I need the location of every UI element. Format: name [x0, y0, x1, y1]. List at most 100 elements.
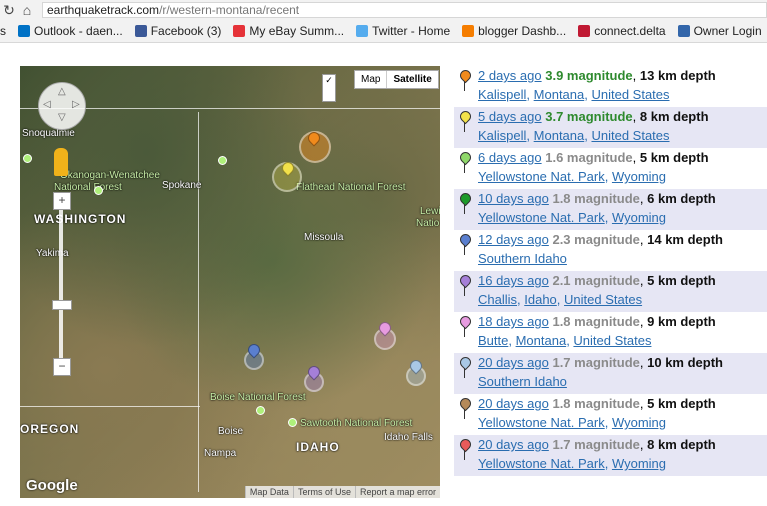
map-label: Nampa	[204, 448, 237, 459]
quake-time-link[interactable]: 20 days ago	[478, 355, 549, 370]
location-link[interactable]: Kalispell	[478, 87, 526, 102]
zoom-slider-track[interactable]	[59, 194, 63, 366]
bookmark-item[interactable]: Outlook - daen...	[18, 24, 123, 38]
pan-up-icon[interactable]: △	[58, 86, 66, 97]
earthquake-list-item: 6 days ago 1.6 magnitude, 5 km depth Yell…	[454, 148, 767, 189]
marker-pin-stem	[464, 245, 465, 255]
location-link[interactable]: Wyoming	[612, 415, 666, 430]
location-link[interactable]: Yellowstone Nat. Park	[478, 415, 605, 430]
location-link[interactable]: Southern Idaho	[478, 374, 567, 389]
location-link[interactable]: United States	[591, 87, 669, 102]
location-link[interactable]: Idaho	[524, 292, 557, 307]
zoom-in-button[interactable]: +	[53, 192, 71, 210]
terms-link[interactable]: Terms of Use	[292, 486, 355, 498]
quake-time-link[interactable]: 6 days ago	[478, 150, 542, 165]
bookmark-label: blogger Dashb...	[478, 24, 567, 38]
location-link[interactable]: Yellowstone Nat. Park	[478, 169, 605, 184]
bookmark-item[interactable]: blogger Dashb...	[462, 24, 566, 38]
quake-time-link[interactable]: 18 days ago	[478, 314, 549, 329]
bookmark-favicon-icon	[233, 25, 246, 37]
pan-left-icon[interactable]: ◁	[43, 99, 51, 110]
url-host: earthquaketrack.com	[47, 3, 160, 17]
quake-magnitude: 1.6 magnitude	[545, 150, 633, 165]
location-link[interactable]: Southern Idaho	[478, 251, 567, 266]
bookmark-item[interactable]: Owner Login	[677, 24, 762, 38]
zoom-out-button[interactable]: −	[53, 358, 71, 376]
bookmark-item[interactable]: Facebook (3)	[134, 24, 221, 38]
marker-pin-icon[interactable]	[457, 272, 474, 289]
location-link[interactable]: Yellowstone Nat. Park	[478, 210, 605, 225]
state-border	[198, 112, 199, 492]
map-checkbox[interactable]: ✓	[322, 74, 336, 102]
bookmark-item[interactable]: s	[0, 24, 6, 38]
bookmark-favicon-icon	[134, 25, 147, 37]
quake-magnitude: 1.7 magnitude	[552, 355, 640, 370]
quake-time-link[interactable]: 10 days ago	[478, 191, 549, 206]
quake-magnitude: 1.8 magnitude	[552, 191, 640, 206]
quake-summary: 18 days ago 1.8 magnitude, 9 km depth	[478, 314, 716, 329]
bookmark-item[interactable]: Twitter - Home	[356, 24, 450, 38]
map-label: Boise	[218, 426, 244, 437]
quake-time-link[interactable]: 12 days ago	[478, 232, 549, 247]
address-bar[interactable]: earthquaketrack.com/r/western-montana/re…	[42, 2, 767, 18]
marker-pin-icon[interactable]	[457, 190, 474, 207]
marker-pin-icon[interactable]	[457, 108, 474, 125]
location-link[interactable]: Montana	[534, 128, 585, 143]
bookmark-label: Owner Login	[693, 24, 762, 38]
map-label: Okanogan-Wenatchee	[60, 170, 160, 181]
quake-location: Southern Idaho	[478, 372, 767, 391]
location-link[interactable]: Challis	[478, 292, 517, 307]
quake-time-link[interactable]: 16 days ago	[478, 273, 549, 288]
map-data-link[interactable]: Map Data	[244, 486, 293, 498]
pan-control[interactable]: △ ◁ ▷ ▽	[38, 82, 86, 130]
quake-time-link[interactable]: 20 days ago	[478, 396, 549, 411]
map-label: Yakima	[36, 248, 69, 259]
earthquake-list: 2 days ago 3.9 magnitude, 13 km depth Kal…	[454, 66, 767, 476]
bookmark-item[interactable]: My eBay Summ...	[233, 24, 344, 38]
location-link[interactable]: Wyoming	[612, 169, 666, 184]
quake-depth: 13 km depth	[639, 68, 716, 83]
place-dot	[288, 418, 297, 427]
quake-time-link[interactable]: 2 days ago	[478, 68, 542, 83]
place-dot	[256, 406, 265, 415]
marker-pin-stem	[464, 368, 465, 378]
zoom-slider-thumb[interactable]	[52, 300, 72, 310]
state-border	[20, 406, 200, 407]
quake-depth: 5 km depth	[639, 150, 709, 165]
marker-pin-icon[interactable]	[457, 354, 474, 371]
quake-location: Yellowstone Nat. Park, Wyoming	[478, 210, 667, 225]
location-link[interactable]: Butte	[478, 333, 508, 348]
location-link[interactable]: Kalispell	[478, 128, 526, 143]
earthquake-map[interactable]: Snoqualmie Okanogan-Wenatchee National F…	[20, 66, 440, 498]
earthquake-list-item: 16 days ago 2.1 magnitude, 5 km depth Cha…	[454, 271, 767, 312]
location-link[interactable]: Montana	[516, 333, 567, 348]
pan-down-icon[interactable]: ▽	[58, 112, 66, 123]
earthquake-list-item: 5 days ago 3.7 magnitude, 8 km depth Kali…	[454, 107, 767, 148]
marker-pin-icon[interactable]	[457, 231, 474, 248]
marker-pin-stem	[464, 409, 465, 419]
pan-right-icon[interactable]: ▷	[72, 99, 80, 110]
reload-icon[interactable]: ↻	[0, 1, 18, 19]
map-type-map[interactable]: Map	[355, 71, 386, 88]
bookmark-item[interactable]: connect.delta	[578, 24, 666, 38]
location-link[interactable]: United States	[564, 292, 642, 307]
home-icon[interactable]: ⌂	[18, 1, 36, 19]
location-link[interactable]: Wyoming	[612, 456, 666, 471]
location-link[interactable]: Wyoming	[612, 210, 666, 225]
location-link[interactable]: Montana	[534, 87, 585, 102]
location-link[interactable]: Yellowstone Nat. Park	[478, 456, 605, 471]
marker-pin-icon[interactable]	[457, 395, 474, 412]
marker-pin-icon[interactable]	[457, 313, 474, 330]
street-view-pegman-icon[interactable]	[54, 148, 68, 176]
location-link[interactable]: United States	[573, 333, 651, 348]
quake-time-link[interactable]: 20 days ago	[478, 437, 549, 452]
map-type-satellite[interactable]: Satellite	[386, 71, 437, 88]
location-link[interactable]: United States	[591, 128, 669, 143]
google-logo[interactable]: Google	[26, 477, 78, 494]
marker-pin-stem	[464, 286, 465, 296]
report-error-link[interactable]: Report a map error	[354, 486, 440, 498]
marker-pin-icon[interactable]	[457, 149, 474, 166]
quake-time-link[interactable]: 5 days ago	[478, 109, 542, 124]
marker-pin-icon[interactable]	[457, 436, 474, 453]
marker-pin-icon[interactable]	[457, 67, 474, 84]
